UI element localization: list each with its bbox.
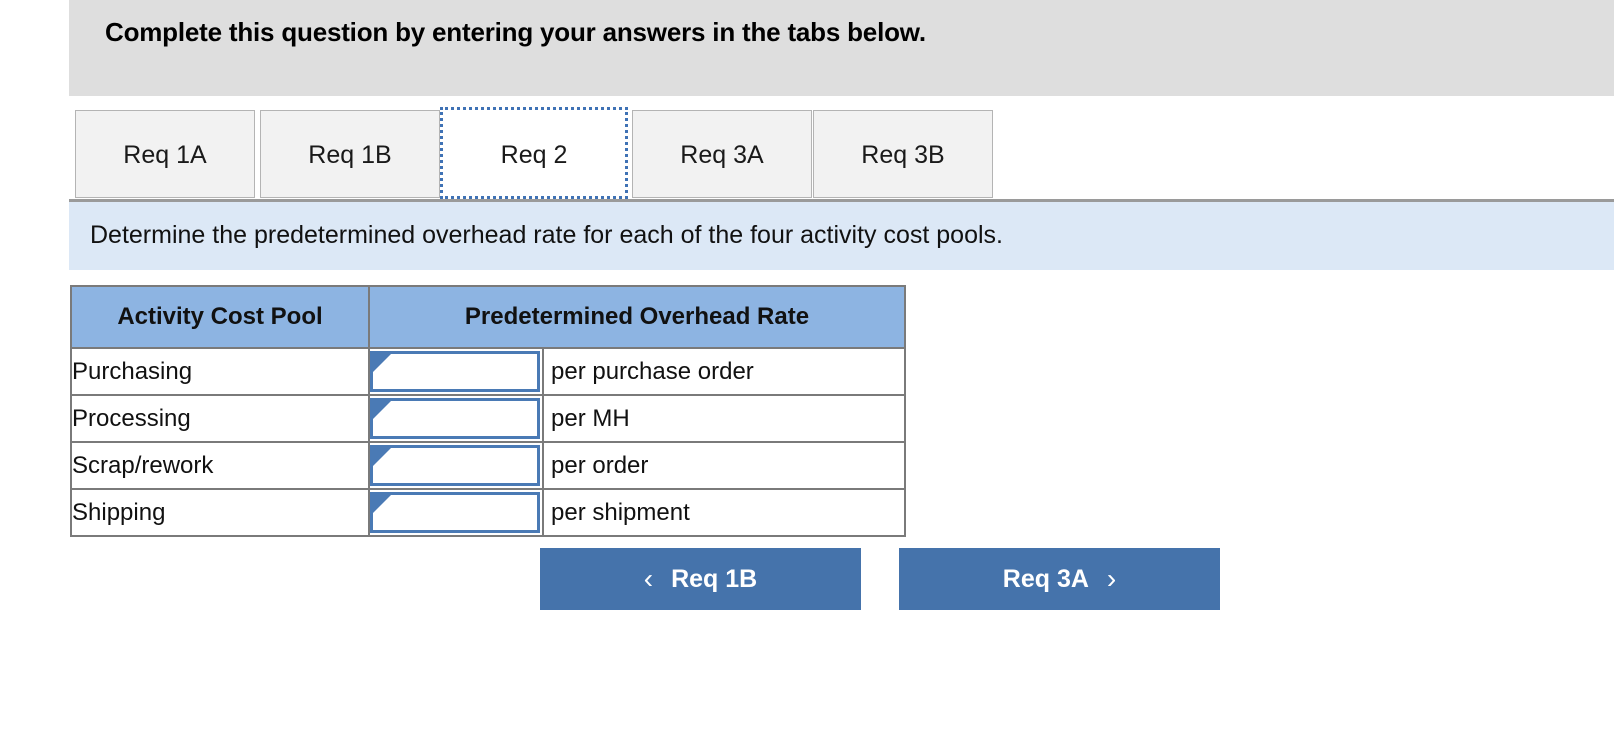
tab-req-1b[interactable]: Req 1B	[260, 110, 440, 198]
tab-req-2[interactable]: Req 2	[440, 107, 628, 199]
prev-req-1b-button[interactable]: ‹ Req 1B	[540, 548, 861, 610]
tab-label: Req 3A	[680, 141, 764, 169]
tab-req-1a[interactable]: Req 1A	[75, 110, 255, 198]
tab-req-3b[interactable]: Req 3B	[813, 110, 993, 198]
cell-overhead-rate: per order	[368, 441, 906, 490]
unit-label: per order	[542, 443, 904, 488]
navigation-buttons: ‹ Req 1B Req 3A ›	[540, 548, 1240, 610]
rate-input-scrap-rework[interactable]	[370, 445, 540, 486]
tab-label: Req 3B	[861, 141, 945, 169]
question-page: Complete this question by entering your …	[0, 0, 1614, 736]
header-banner: Complete this question by entering your …	[69, 0, 1614, 96]
tab-req-3a[interactable]: Req 3A	[632, 110, 812, 198]
cell-overhead-rate: per purchase order	[368, 347, 906, 396]
rate-input-shipping[interactable]	[370, 492, 540, 533]
cell-marker-icon	[373, 401, 391, 419]
tab-label: Req 2	[500, 141, 568, 169]
tab-label: Req 1B	[308, 141, 392, 169]
next-button-label: Req 3A	[1002, 564, 1089, 593]
rate-input-purchasing[interactable]	[370, 351, 540, 392]
table-header-row: Activity Cost Pool Predetermined Overhea…	[70, 285, 906, 349]
table-header: Activity Cost Pool Predetermined Overhea…	[70, 285, 906, 349]
cell-overhead-rate: per shipment	[368, 488, 906, 537]
chevron-right-icon: ›	[1106, 563, 1117, 594]
cell-activity-cost-pool: Scrap/rework	[70, 441, 370, 490]
cell-activity-cost-pool: Shipping	[70, 488, 370, 537]
unit-label: per purchase order	[542, 349, 904, 394]
overhead-rate-table: Activity Cost Pool Predetermined Overhea…	[70, 285, 906, 537]
column-header-activity-cost-pool: Activity Cost Pool	[70, 285, 370, 349]
table-row: Scrap/rework per order	[70, 441, 906, 490]
cell-marker-icon	[373, 354, 391, 372]
table-row: Shipping per shipment	[70, 488, 906, 537]
tab-label: Req 1A	[123, 141, 207, 169]
rate-input-processing[interactable]	[370, 398, 540, 439]
cell-activity-cost-pool: Purchasing	[70, 347, 370, 396]
cell-activity-cost-pool: Processing	[70, 394, 370, 443]
unit-label: per MH	[542, 396, 904, 441]
instruction-text: Determine the predetermined overhead rat…	[90, 221, 1003, 249]
prev-button-label: Req 1B	[671, 564, 758, 593]
cell-overhead-rate: per MH	[368, 394, 906, 443]
table-row: Processing per MH	[70, 394, 906, 443]
table-body: Purchasing per purchase order Processing	[70, 347, 906, 537]
table-row: Purchasing per purchase order	[70, 347, 906, 396]
unit-label: per shipment	[542, 490, 904, 535]
header-banner-text: Complete this question by entering your …	[105, 17, 926, 47]
instruction-bar: Determine the predetermined overhead rat…	[69, 202, 1614, 270]
tab-strip: Req 1A Req 1B Req 2 Req 3A Req 3B	[69, 107, 1614, 200]
chevron-left-icon: ‹	[643, 563, 654, 594]
cell-marker-icon	[373, 495, 391, 513]
column-header-predetermined-overhead-rate: Predetermined Overhead Rate	[368, 285, 906, 349]
cell-marker-icon	[373, 448, 391, 466]
next-req-3a-button[interactable]: Req 3A ›	[899, 548, 1220, 610]
